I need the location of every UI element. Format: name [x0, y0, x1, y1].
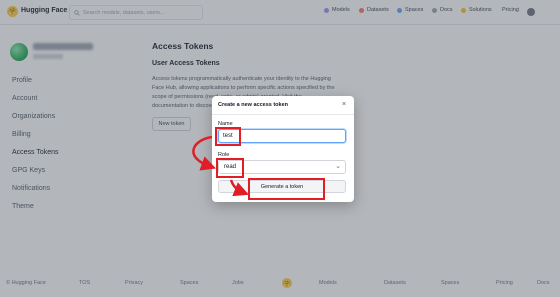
dialog-divider: [212, 114, 354, 115]
page-root: 🤗 Hugging Face Models Datasets Spaces Do…: [0, 0, 560, 297]
close-icon[interactable]: ×: [342, 101, 346, 108]
dialog-title: Create a new access token: [218, 102, 289, 108]
annotation-role-highlight: [216, 158, 244, 178]
chevron-down-icon: ⌄: [335, 163, 341, 170]
annotation-generate-highlight: [248, 178, 325, 200]
annotation-name-highlight: [215, 127, 241, 146]
